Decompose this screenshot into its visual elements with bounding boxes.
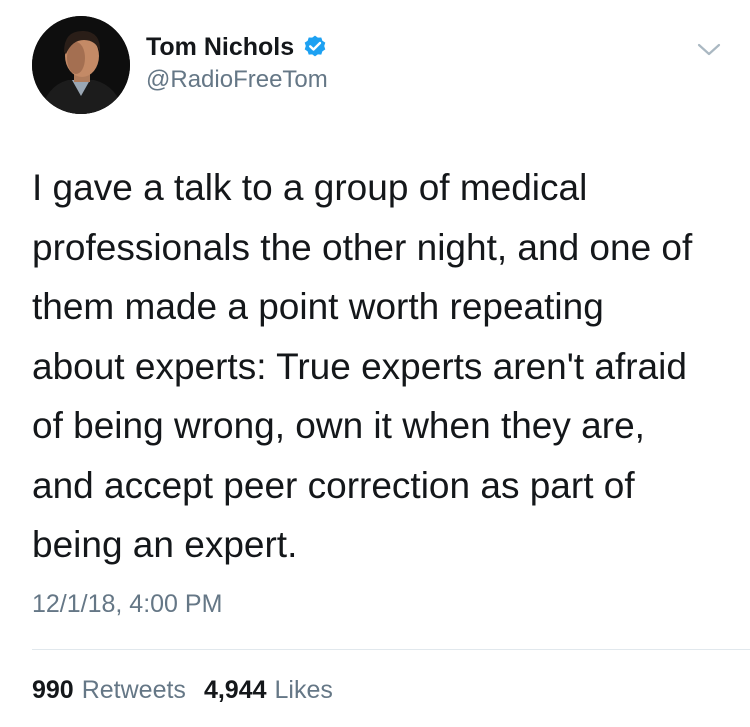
avatar-photo <box>32 16 130 114</box>
retweets-label: Retweets <box>81 676 186 704</box>
author-display-name[interactable]: Tom Nichols <box>146 33 294 62</box>
likes-stat[interactable]: 4,944 Likes <box>204 676 333 705</box>
avatar[interactable] <box>32 16 130 114</box>
tweet: Tom Nichols @RadioFreeTom I gave a talk … <box>0 0 750 727</box>
retweets-stat[interactable]: 990 Retweets <box>32 676 186 705</box>
verified-badge-icon <box>302 34 328 60</box>
chevron-down-icon[interactable] <box>694 38 724 62</box>
likes-count: 4,944 <box>203 676 267 704</box>
tweet-timestamp[interactable]: 12/1/18, 4:00 PM <box>32 590 222 619</box>
tweet-text: I gave a talk to a group of medical prof… <box>32 167 693 565</box>
tweet-stats: 990 Retweets 4,944 Likes <box>32 676 333 705</box>
retweets-count: 990 <box>32 676 74 704</box>
author-name-row: Tom Nichols <box>146 30 328 64</box>
likes-label: Likes <box>274 676 333 704</box>
divider <box>32 649 750 650</box>
author-handle[interactable]: @RadioFreeTom <box>146 66 328 94</box>
